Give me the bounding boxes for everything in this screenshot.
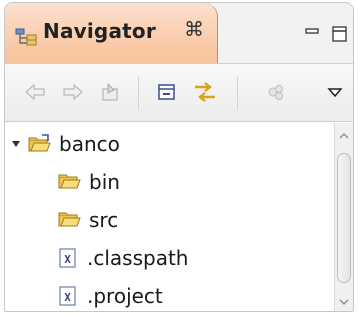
xml-file-icon: X bbox=[59, 248, 76, 268]
view-title: Navigator bbox=[43, 19, 156, 43]
vertical-scrollbar[interactable] bbox=[334, 123, 353, 311]
navigator-icon bbox=[15, 28, 37, 46]
view-menu-icon[interactable] bbox=[321, 78, 349, 106]
collapse-all-icon[interactable] bbox=[153, 78, 181, 106]
navigator-view: Navigator ⌘ banco bin src X .classpath X… bbox=[4, 2, 354, 312]
expand-twistie-icon[interactable] bbox=[11, 139, 21, 149]
tree-item-bin[interactable]: bin bbox=[57, 163, 120, 201]
toolbar-separator bbox=[138, 76, 139, 110]
view-tab-bar: Navigator ⌘ bbox=[5, 3, 353, 64]
scroll-down-icon[interactable] bbox=[338, 297, 350, 307]
link-with-editor-icon[interactable] bbox=[191, 78, 219, 106]
tree-item-label: bin bbox=[89, 170, 120, 194]
forward-icon[interactable] bbox=[59, 78, 87, 106]
toolbar-separator bbox=[237, 76, 238, 110]
go-into-icon[interactable] bbox=[97, 78, 125, 106]
folder-icon bbox=[58, 212, 81, 227]
view-toolbar bbox=[5, 63, 353, 122]
minimize-icon[interactable] bbox=[305, 28, 319, 36]
folder-icon bbox=[58, 174, 81, 189]
close-icon[interactable]: ⌘ bbox=[184, 17, 204, 41]
filters-icon[interactable] bbox=[263, 78, 291, 106]
project-folder-icon bbox=[28, 134, 51, 152]
resource-tree[interactable]: banco bin src X .classpath X .project bbox=[5, 123, 335, 311]
xml-file-icon: X bbox=[59, 286, 76, 306]
tree-item-src[interactable]: src bbox=[57, 201, 118, 239]
scroll-up-icon[interactable] bbox=[338, 131, 350, 141]
tree-item-label: banco bbox=[59, 132, 120, 156]
tree-item-classpath[interactable]: X .classpath bbox=[57, 239, 188, 277]
scrollbar-thumb[interactable] bbox=[337, 153, 351, 283]
maximize-icon[interactable] bbox=[332, 26, 347, 42]
svg-text:X: X bbox=[64, 291, 71, 304]
back-icon[interactable] bbox=[21, 78, 49, 106]
tree-item-label: .project bbox=[87, 284, 163, 308]
tree-item-label: src bbox=[89, 208, 119, 232]
tree-item-label: .classpath bbox=[87, 246, 189, 270]
navigator-tab[interactable]: Navigator ⌘ bbox=[5, 3, 218, 64]
tree-item-project[interactable]: X .project bbox=[57, 277, 163, 311]
svg-text:X: X bbox=[64, 253, 71, 266]
tree-item-banco[interactable]: banco bbox=[11, 125, 120, 163]
